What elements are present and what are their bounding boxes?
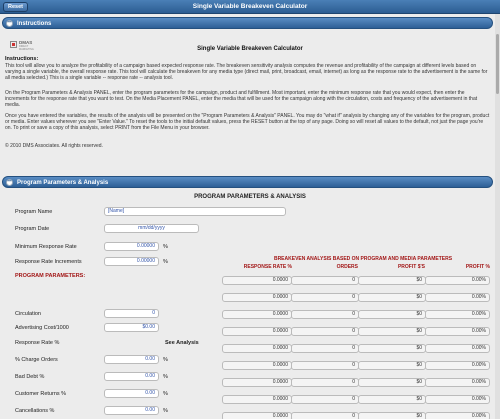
table-cell-orders: 0 (291, 395, 359, 404)
instructions-panel-title: Instructions (17, 20, 52, 27)
table-cell-profit-d: $0 (358, 412, 426, 419)
table-cell-profit-d: $0 (358, 344, 426, 353)
instructions-paragraph-1: This tool will allow you to analyze the … (5, 63, 488, 82)
table-cell-profit-d: $0 (358, 276, 426, 285)
cancellations-input[interactable]: 0.00 (104, 406, 159, 415)
table-cell-rr: 0.0000 (222, 293, 292, 302)
instructions-panel-header[interactable]: – Instructions (2, 17, 493, 29)
column-orders: ORDERS (336, 264, 358, 270)
percent-sign: % (163, 374, 168, 380)
collapse-icon[interactable]: – (6, 178, 13, 186)
table-cell-profit-d: $0 (358, 327, 426, 336)
table-cell-profit-d: $0 (358, 395, 426, 404)
table-cell-profit-p: 0.00% (425, 395, 490, 404)
table-cell-orders: 0 (291, 293, 359, 302)
top-toolbar: Reset Single Variable Breakeven Calculat… (0, 0, 500, 14)
percent-sign: % (163, 357, 168, 363)
column-profit-dollars: PROFIT $'S (397, 264, 425, 270)
table-cell-rr: 0.0000 (222, 412, 292, 419)
circulation-input[interactable]: 0 (104, 309, 159, 318)
instructions-paragraph-2: On the Program Parameters & Analysis PAN… (5, 90, 478, 109)
table-cell-profit-p: 0.00% (425, 344, 490, 353)
table-cell-rr: 0.0000 (222, 327, 292, 336)
percent-sign: % (163, 259, 168, 265)
table-cell-rr: 0.0000 (222, 276, 292, 285)
table-cell-orders: 0 (291, 344, 359, 353)
table-cell-profit-d: $0 (358, 310, 426, 319)
table-cell-profit-p: 0.00% (425, 276, 490, 285)
min-response-rate-label: Minimum Response Rate (15, 244, 77, 250)
response-rate-increments-label: Response Rate Increments (15, 259, 82, 265)
app-title: Single Variable Breakeven Calculator (192, 3, 308, 10)
circulation-label: Circulation (15, 311, 41, 317)
table-cell-orders: 0 (291, 327, 359, 336)
percent-sign: % (163, 244, 168, 250)
customer-returns-input[interactable]: 0.00 (104, 389, 159, 398)
response-rate-label: Response Rate % (15, 340, 60, 346)
table-cell-rr: 0.0000 (222, 310, 292, 319)
program-panel-header[interactable]: – Program Parameters & Analysis (2, 176, 493, 188)
scrollbar-thumb[interactable] (496, 34, 499, 94)
percent-sign: % (163, 408, 168, 414)
table-cell-rr: 0.0000 (222, 344, 292, 353)
table-cell-orders: 0 (291, 276, 359, 285)
instructions-heading: Instructions: (5, 56, 39, 62)
table-cell-rr: 0.0000 (222, 378, 292, 387)
table-cell-profit-p: 0.00% (425, 378, 490, 387)
table-cell-orders: 0 (291, 310, 359, 319)
collapse-icon[interactable]: – (6, 19, 13, 27)
table-cell-profit-p: 0.00% (425, 361, 490, 370)
table-cell-orders: 0 (291, 412, 359, 419)
charge-orders-input[interactable]: 0.00 (104, 355, 159, 364)
program-panel-title: Program Parameters & Analysis (17, 179, 109, 186)
program-name-input[interactable]: [Name] (104, 207, 286, 216)
table-cell-rr: 0.0000 (222, 361, 292, 370)
program-date-input[interactable]: mm/dd/yyyy (104, 224, 199, 233)
table-cell-profit-p: 0.00% (425, 327, 490, 336)
program-parameters-label: PROGRAM PARAMETERS: (15, 273, 86, 279)
table-cell-orders: 0 (291, 378, 359, 387)
see-analysis-text: See Analysis (165, 340, 199, 346)
advertising-cost-input[interactable]: $0.00 (104, 323, 159, 332)
table-cell-profit-p: 0.00% (425, 293, 490, 302)
copyright-text: © 2010 DMS Associates. All rights reserv… (5, 143, 103, 149)
instructions-title: Single Variable Breakeven Calculator (197, 46, 303, 52)
min-response-rate-input[interactable]: 0.00000 (104, 242, 159, 251)
breakeven-analysis-heading: BREAKEVEN ANALYSIS BASED ON PROGRAM AND … (273, 256, 453, 262)
table-cell-profit-p: 0.00% (425, 412, 490, 419)
advertising-cost-label: Advertising Cost/1000 (15, 325, 69, 331)
column-profit-percent: PROFIT % (465, 264, 490, 270)
program-date-label: Program Date (15, 226, 50, 232)
vertical-scrollbar[interactable] (495, 14, 500, 419)
bad-debt-label: Bad Debt % (15, 374, 45, 380)
table-cell-rr: 0.0000 (222, 395, 292, 404)
response-rate-increments-input[interactable]: 0.00000 (104, 257, 159, 266)
percent-sign: % (163, 391, 168, 397)
table-cell-profit-d: $0 (358, 293, 426, 302)
bad-debt-input[interactable]: 0.00 (104, 372, 159, 381)
customer-returns-label: Customer Returns % (15, 391, 67, 397)
form-title: PROGRAM PARAMETERS & ANALYSIS (194, 194, 306, 200)
table-cell-profit-d: $0 (358, 361, 426, 370)
charge-orders-label: % Charge Orders (15, 357, 58, 363)
table-cell-orders: 0 (291, 361, 359, 370)
program-name-label: Program Name (15, 209, 53, 215)
column-response-rate: RESPONSE RATE % (243, 264, 292, 270)
cancellations-label: Cancellations % (15, 408, 55, 414)
table-cell-profit-d: $0 (358, 378, 426, 387)
instructions-paragraph-3: Once you have entered the variables, the… (5, 113, 490, 132)
table-cell-profit-p: 0.00% (425, 310, 490, 319)
